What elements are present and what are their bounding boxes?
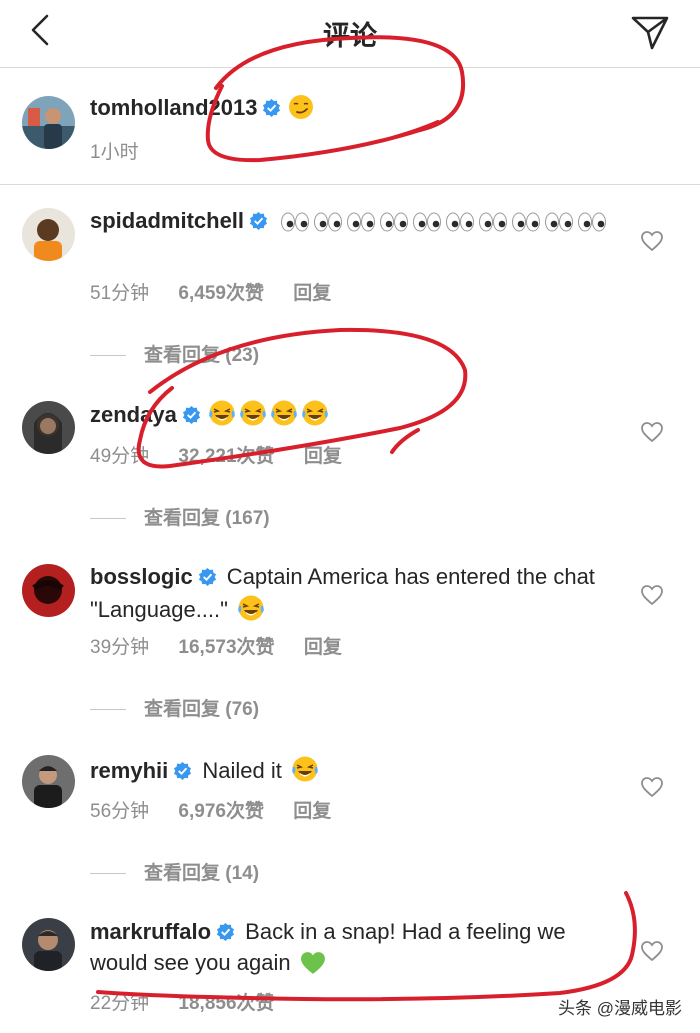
eyes-emoji-icon: [280, 212, 309, 232]
like-count[interactable]: 16,573次赞: [178, 637, 274, 658]
caption-meta: 1小时: [90, 137, 163, 164]
heart-icon[interactable]: [640, 776, 664, 798]
divider-line: [90, 518, 126, 520]
comment-username[interactable]: remyhii: [90, 758, 168, 783]
eyes-emoji-icon: [511, 212, 540, 232]
eyes-emoji-icon: [478, 212, 507, 232]
verified-badge-icon: [263, 98, 281, 117]
like-count[interactable]: 6,976次赞: [178, 801, 264, 822]
heart-icon[interactable]: [640, 421, 664, 443]
comment-username[interactable]: zendaya: [90, 402, 177, 427]
verified-badge-icon: [174, 761, 192, 780]
eyes-emoji-row: [272, 212, 606, 232]
timestamp: 1小时: [90, 142, 139, 163]
watermark: 头条 @漫威电影: [558, 999, 682, 1018]
laughing-emoji-row: [288, 756, 319, 782]
green-heart-icon: [300, 952, 325, 974]
divider-line: [90, 873, 126, 875]
comment: markruffalo Back in a snap! Had a feelin…: [90, 918, 610, 980]
eyes-emoji-icon: [313, 212, 342, 232]
page-title: 评论: [323, 21, 377, 51]
smirk-emoji-icon: [289, 95, 314, 119]
avatar[interactable]: [22, 918, 75, 971]
view-replies-link[interactable]: 查看回复 (23): [90, 340, 259, 367]
avatar[interactable]: [22, 208, 75, 261]
view-replies-link[interactable]: 查看回复 (14): [90, 858, 259, 885]
reply-button[interactable]: 回复: [293, 283, 331, 304]
comment: zendaya: [90, 399, 610, 432]
comment-text: Nailed it: [196, 758, 288, 783]
verified-badge-icon: [198, 567, 216, 586]
comment: spidadmitchell: [90, 207, 610, 238]
comment-username[interactable]: markruffalo: [90, 919, 211, 944]
like-count[interactable]: 32,221次赞: [178, 446, 274, 467]
eyes-emoji-icon: [577, 212, 606, 232]
like-count[interactable]: 18,856次赞: [178, 993, 274, 1014]
reply-button[interactable]: 回复: [304, 446, 342, 467]
divider-line: [90, 355, 126, 357]
laughing-tears-emoji-icon: [271, 400, 297, 426]
heart-icon[interactable]: [640, 584, 664, 606]
timestamp: 51分钟: [90, 283, 150, 304]
comment-meta: 56分钟 6,976次赞 回复: [90, 796, 355, 823]
avatar[interactable]: [22, 96, 75, 149]
reply-button[interactable]: 回复: [304, 637, 342, 658]
comment: remyhii Nailed it: [90, 755, 610, 788]
laughing-emoji-row: [234, 595, 265, 621]
heart-icon[interactable]: [640, 940, 664, 962]
laughing-tears-emoji-icon: [302, 400, 328, 426]
paper-plane-icon: [631, 16, 669, 50]
comment-meta: 49分钟 32,221次赞 回复: [90, 441, 366, 468]
view-replies-link[interactable]: 查看回复 (76): [90, 694, 259, 721]
verified-badge-icon: [216, 922, 235, 941]
laughing-tears-emoji-icon: [240, 400, 266, 426]
heart-icon[interactable]: [640, 230, 664, 252]
like-count[interactable]: 6,459次赞: [178, 283, 264, 304]
avatar[interactable]: [22, 564, 75, 617]
eyes-emoji-icon: [379, 212, 408, 232]
eyes-emoji-icon: [412, 212, 441, 232]
timestamp: 56分钟: [90, 801, 150, 822]
verified-badge-icon: [249, 211, 268, 230]
comment-meta: 39分钟 16,573次赞 回复: [90, 632, 366, 659]
view-replies-label[interactable]: 查看回复 (14): [144, 863, 259, 884]
laughing-tears-emoji-icon: [238, 595, 264, 621]
reply-button[interactable]: 回复: [293, 801, 331, 822]
header: 评论: [0, 0, 700, 68]
view-replies-label[interactable]: 查看回复 (76): [144, 699, 259, 720]
eyes-emoji-icon: [445, 212, 474, 232]
comment-meta: 51分钟 6,459次赞 回复: [90, 278, 355, 305]
avatar[interactable]: [22, 755, 75, 808]
comment-username[interactable]: bosslogic: [90, 564, 193, 589]
timestamp: 49分钟: [90, 446, 150, 467]
eyes-emoji-icon: [544, 212, 573, 232]
verified-badge-icon: [182, 405, 200, 424]
comment-meta: 22分钟 18,856次赞: [90, 988, 299, 1015]
post-caption: tomholland2013 1小时: [0, 68, 700, 185]
comment-username[interactable]: spidadmitchell: [90, 208, 244, 233]
divider-line: [90, 709, 126, 711]
share-button[interactable]: [628, 10, 672, 54]
timestamp: 39分钟: [90, 637, 150, 658]
timestamp: 22分钟: [90, 993, 150, 1014]
caption-username[interactable]: tomholland2013: [90, 95, 257, 120]
view-replies-label[interactable]: 查看回复 (167): [144, 508, 270, 529]
avatar[interactable]: [22, 401, 75, 454]
comment: bosslogic Captain America has entered th…: [90, 563, 610, 627]
laughing-tears-emoji-icon: [292, 756, 318, 782]
view-replies-link[interactable]: 查看回复 (167): [90, 503, 270, 530]
view-replies-label[interactable]: 查看回复 (23): [144, 345, 259, 366]
eyes-emoji-icon: [346, 212, 375, 232]
laughing-tears-emoji-icon: [209, 400, 235, 426]
laughing-emoji-row: [205, 400, 329, 426]
